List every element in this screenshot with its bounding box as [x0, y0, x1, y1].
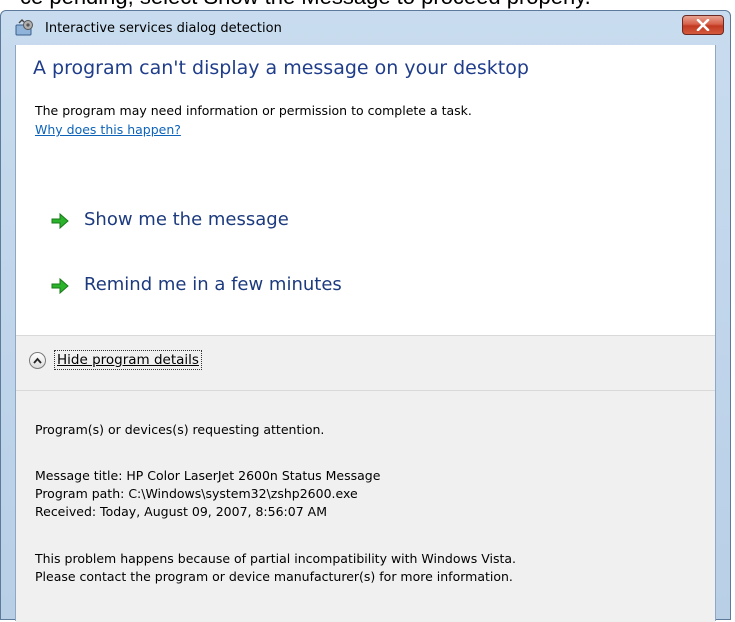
info-text: The program may need information or perm… — [35, 103, 472, 118]
dialog-content: A program can't display a message on you… — [15, 45, 716, 622]
green-arrow-icon — [50, 277, 70, 299]
requesting-attention-text: Program(s) or devices(s) requesting atte… — [35, 422, 325, 437]
message-title-text: Message title: HP Color LaserJet 2600n S… — [35, 468, 381, 483]
hide-details-toggle-button[interactable] — [29, 352, 46, 369]
title-bar[interactable]: Interactive services dialog detection — [1, 11, 730, 45]
program-path-text: Program path: C:\Windows\system32\zshp26… — [35, 486, 358, 501]
remind-later-label: Remind me in a few minutes — [84, 274, 342, 295]
window-title: Interactive services dialog detection — [45, 21, 282, 36]
details-toggle-row: Hide program details — [16, 336, 715, 391]
close-icon — [696, 19, 710, 31]
hide-program-details-link[interactable]: Hide program details — [54, 350, 202, 370]
why-does-this-happen-link[interactable]: Why does this happen? — [35, 122, 181, 137]
program-details-panel: Hide program details Program(s) or devic… — [16, 335, 715, 622]
main-heading: A program can't display a message on you… — [33, 57, 529, 79]
green-arrow-icon — [50, 212, 70, 234]
show-message-label: Show me the message — [84, 209, 289, 230]
problem-text-line1: This problem happens because of partial … — [35, 551, 516, 566]
dialog-window: Interactive services dialog detection A … — [0, 10, 731, 622]
background-partial-text: ce pending, select Show the Message to p… — [20, 0, 591, 10]
chevron-up-icon — [33, 357, 42, 364]
services-gear-icon — [15, 19, 35, 37]
close-button[interactable] — [682, 15, 724, 35]
problem-text-line2: Please contact the program or device man… — [35, 569, 513, 584]
received-text: Received: Today, August 09, 2007, 8:56:0… — [35, 504, 327, 519]
background-window-text: ce pending, select Show the Message to p… — [0, 0, 735, 10]
